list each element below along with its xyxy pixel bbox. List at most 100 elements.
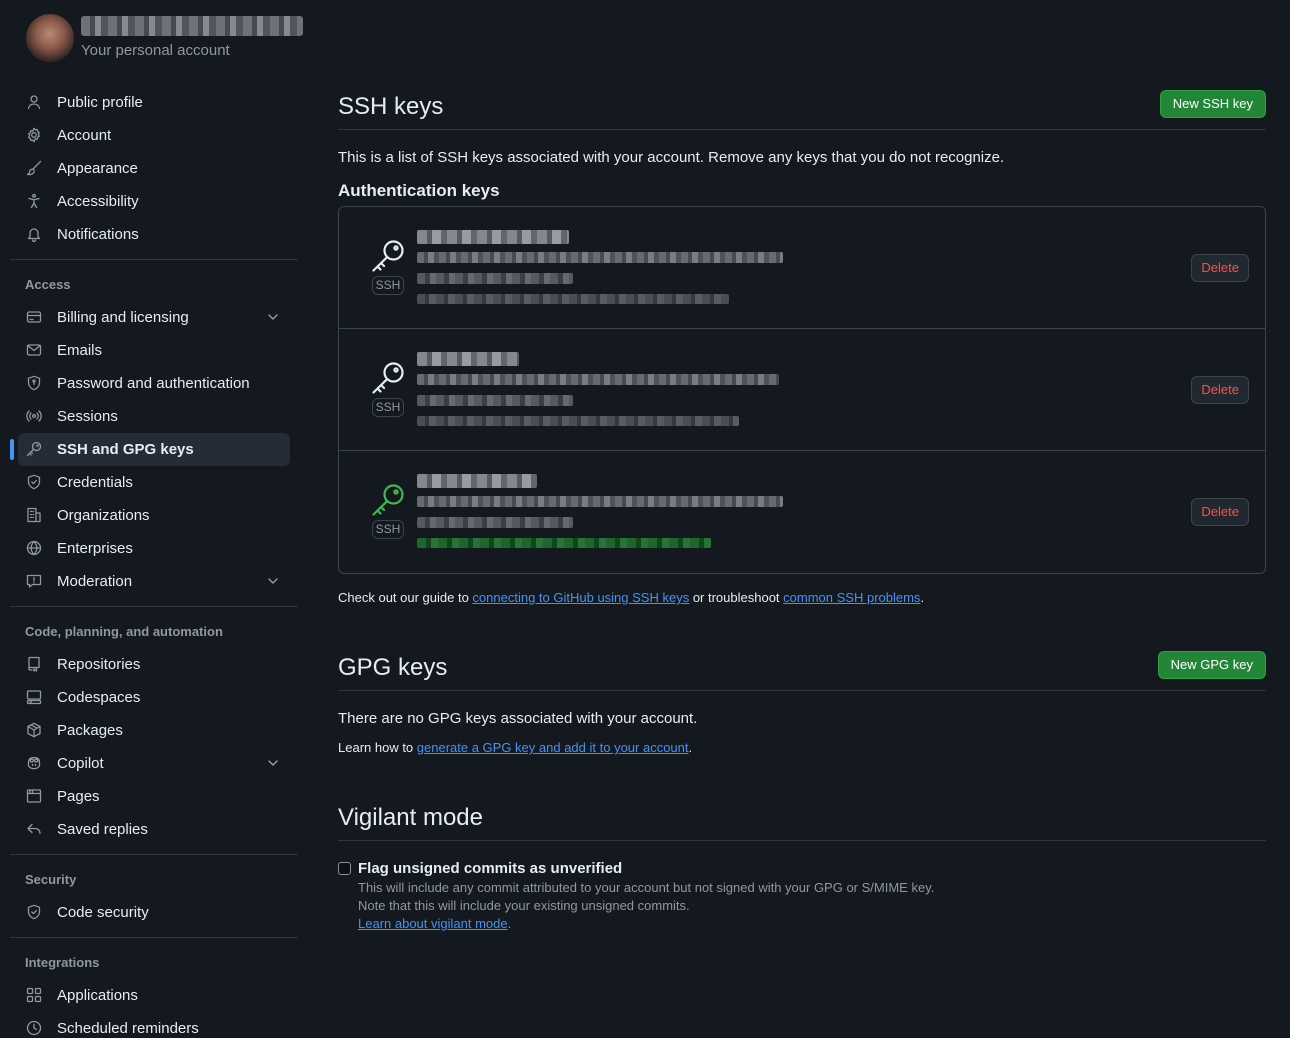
sidebar-item-label: Notifications	[57, 226, 139, 243]
key-title-redacted	[417, 352, 519, 366]
gpg-title: GPG keys	[338, 654, 448, 681]
nav-group-code: Repositories Codespaces Packages Copilot Pag…	[10, 648, 298, 846]
nav-group-top: Public profile Account Appearance Accessibi…	[10, 86, 298, 251]
sidebar-item-notifications[interactable]: Notifications	[18, 218, 290, 251]
sidebar-item-label: Emails	[57, 342, 103, 359]
key-fingerprint-redacted	[417, 496, 783, 507]
ssh-troubleshoot-link[interactable]: common SSH problems	[783, 590, 920, 605]
new-ssh-key-button[interactable]: New SSH key	[1159, 90, 1266, 118]
sidebar-item-pages[interactable]: Pages	[18, 780, 290, 813]
browser-icon	[26, 788, 42, 804]
settings-sidebar: Your personal account Public profile Acco…	[10, 0, 303, 1038]
ssh-badge: SSH	[372, 276, 404, 295]
ssh-section-header: SSH keys New SSH key	[338, 90, 1266, 130]
sidebar-item-code-security[interactable]: Code security	[18, 896, 290, 929]
sidebar-item-credentials[interactable]: Credentials	[18, 466, 290, 499]
sidebar-item-scheduled-reminders[interactable]: Scheduled reminders	[18, 1012, 290, 1038]
sidebar-item-label: Billing and licensing	[57, 309, 189, 326]
nav-group-access: Billing and licensing Emails Password and …	[10, 301, 298, 598]
ssh-badge: SSH	[372, 398, 404, 417]
nav-divider	[10, 606, 298, 607]
person-icon	[26, 94, 42, 110]
sidebar-item-saved-replies[interactable]: Saved replies	[18, 813, 290, 846]
shield-lock-icon	[26, 375, 42, 391]
nav-heading-access: Access	[25, 277, 71, 292]
vigilant-learn-suffix: .	[507, 916, 512, 931]
gpg-learn-link[interactable]: generate a GPG key and add it to your ac…	[417, 740, 689, 755]
vigilant-section-header: Vigilant mode	[338, 801, 1266, 841]
sidebar-item-label: Account	[57, 127, 112, 144]
sidebar-item-enterprises[interactable]: Enterprises	[18, 532, 290, 565]
nav-divider	[10, 259, 298, 260]
nav-divider	[10, 854, 298, 855]
chevron-down-icon[interactable]	[266, 310, 280, 324]
ssh-guide-link[interactable]: connecting to GitHub using SSH keys	[472, 590, 689, 605]
vigilant-learn-link[interactable]: Learn about vigilant mode	[358, 916, 508, 931]
new-gpg-key-button[interactable]: New GPG key	[1157, 651, 1266, 679]
sidebar-item-moderation[interactable]: Moderation	[18, 565, 290, 598]
sidebar-item-sessions[interactable]: Sessions	[18, 400, 290, 433]
sidebar-item-label: Moderation	[57, 573, 133, 590]
sidebar-item-ssh-and-gpg-keys[interactable]: SSH and GPG keys	[10, 433, 290, 466]
copilot-icon	[26, 755, 42, 771]
delete-key-button[interactable]: Delete	[1191, 376, 1249, 404]
sidebar-item-label: Codespaces	[57, 689, 141, 706]
nav-heading-security: Security	[25, 872, 77, 887]
key-title-redacted	[417, 474, 537, 488]
shield-check-icon	[26, 474, 42, 490]
sidebar-item-organizations[interactable]: Organizations	[18, 499, 290, 532]
sidebar-item-accessibility[interactable]: Accessibility	[18, 185, 290, 218]
sidebar-item-copilot[interactable]: Copilot	[18, 747, 290, 780]
delete-key-button[interactable]: Delete	[1191, 254, 1249, 282]
key-icon	[371, 239, 405, 273]
sidebar-item-public-profile[interactable]: Public profile	[18, 86, 290, 119]
sidebar-item-packages[interactable]: Packages	[18, 714, 290, 747]
sidebar-item-label: SSH and GPG keys	[57, 441, 194, 458]
sidebar-item-label: Credentials	[57, 474, 133, 491]
vigilant-checkbox-label[interactable]: Flag unsigned commits as unverified	[358, 860, 622, 877]
gpg-section-header: GPG keys New GPG key	[338, 651, 1266, 691]
nav-heading-code: Code, planning, and automation	[25, 624, 223, 639]
report-icon	[26, 573, 42, 589]
sidebar-item-label: Public profile	[57, 94, 143, 111]
ssh-guide-text: Check out our guide to connecting to Git…	[338, 590, 924, 605]
ssh-description: This is a list of SSH keys associated wi…	[338, 149, 1005, 166]
credit-card-icon	[26, 309, 42, 325]
paintbrush-icon	[26, 160, 42, 176]
apps-icon	[26, 987, 42, 1003]
nav-divider	[10, 937, 298, 938]
gpg-empty-text: There are no GPG keys associated with yo…	[338, 710, 698, 727]
key-icon	[371, 483, 405, 517]
sidebar-item-label: Pages	[57, 788, 100, 805]
accessibility-icon	[26, 193, 42, 209]
nav-group-integrations: Applications Scheduled reminders	[10, 979, 298, 1038]
vigilant-mode-checkbox[interactable]	[338, 862, 351, 875]
sidebar-item-applications[interactable]: Applications	[18, 979, 290, 1012]
nav-heading-integrations: Integrations	[25, 955, 100, 970]
key-icon	[26, 441, 42, 457]
account-name-redacted	[81, 16, 303, 36]
account-header: Your personal account	[10, 0, 303, 76]
chevron-down-icon[interactable]	[266, 574, 280, 588]
ssh-key-row: SSH Delete	[339, 207, 1265, 329]
vigilant-title: Vigilant mode	[338, 804, 483, 831]
ssh-guide-middle: or troubleshoot	[689, 590, 784, 605]
sidebar-item-repositories[interactable]: Repositories	[18, 648, 290, 681]
sidebar-item-label: Password and authentication	[57, 375, 250, 392]
broadcast-icon	[26, 408, 42, 424]
avatar[interactable]	[26, 14, 74, 62]
sidebar-item-password-and-authentication[interactable]: Password and authentication	[18, 367, 290, 400]
chevron-down-icon[interactable]	[266, 756, 280, 770]
sidebar-item-billing-and-licensing[interactable]: Billing and licensing	[18, 301, 290, 334]
sidebar-item-emails[interactable]: Emails	[18, 334, 290, 367]
ssh-guide-suffix: .	[920, 590, 925, 605]
ssh-key-row: SSH Delete	[339, 329, 1265, 451]
shield-check-icon	[26, 904, 42, 920]
sidebar-item-appearance[interactable]: Appearance	[18, 152, 290, 185]
sidebar-item-label: Saved replies	[57, 821, 148, 838]
ssh-key-list: SSH Delete SSH Delete SSH Delete	[338, 206, 1266, 574]
delete-key-button[interactable]: Delete	[1191, 498, 1249, 526]
key-added-redacted	[417, 395, 573, 406]
sidebar-item-account[interactable]: Account	[18, 119, 290, 152]
sidebar-item-codespaces[interactable]: Codespaces	[18, 681, 290, 714]
